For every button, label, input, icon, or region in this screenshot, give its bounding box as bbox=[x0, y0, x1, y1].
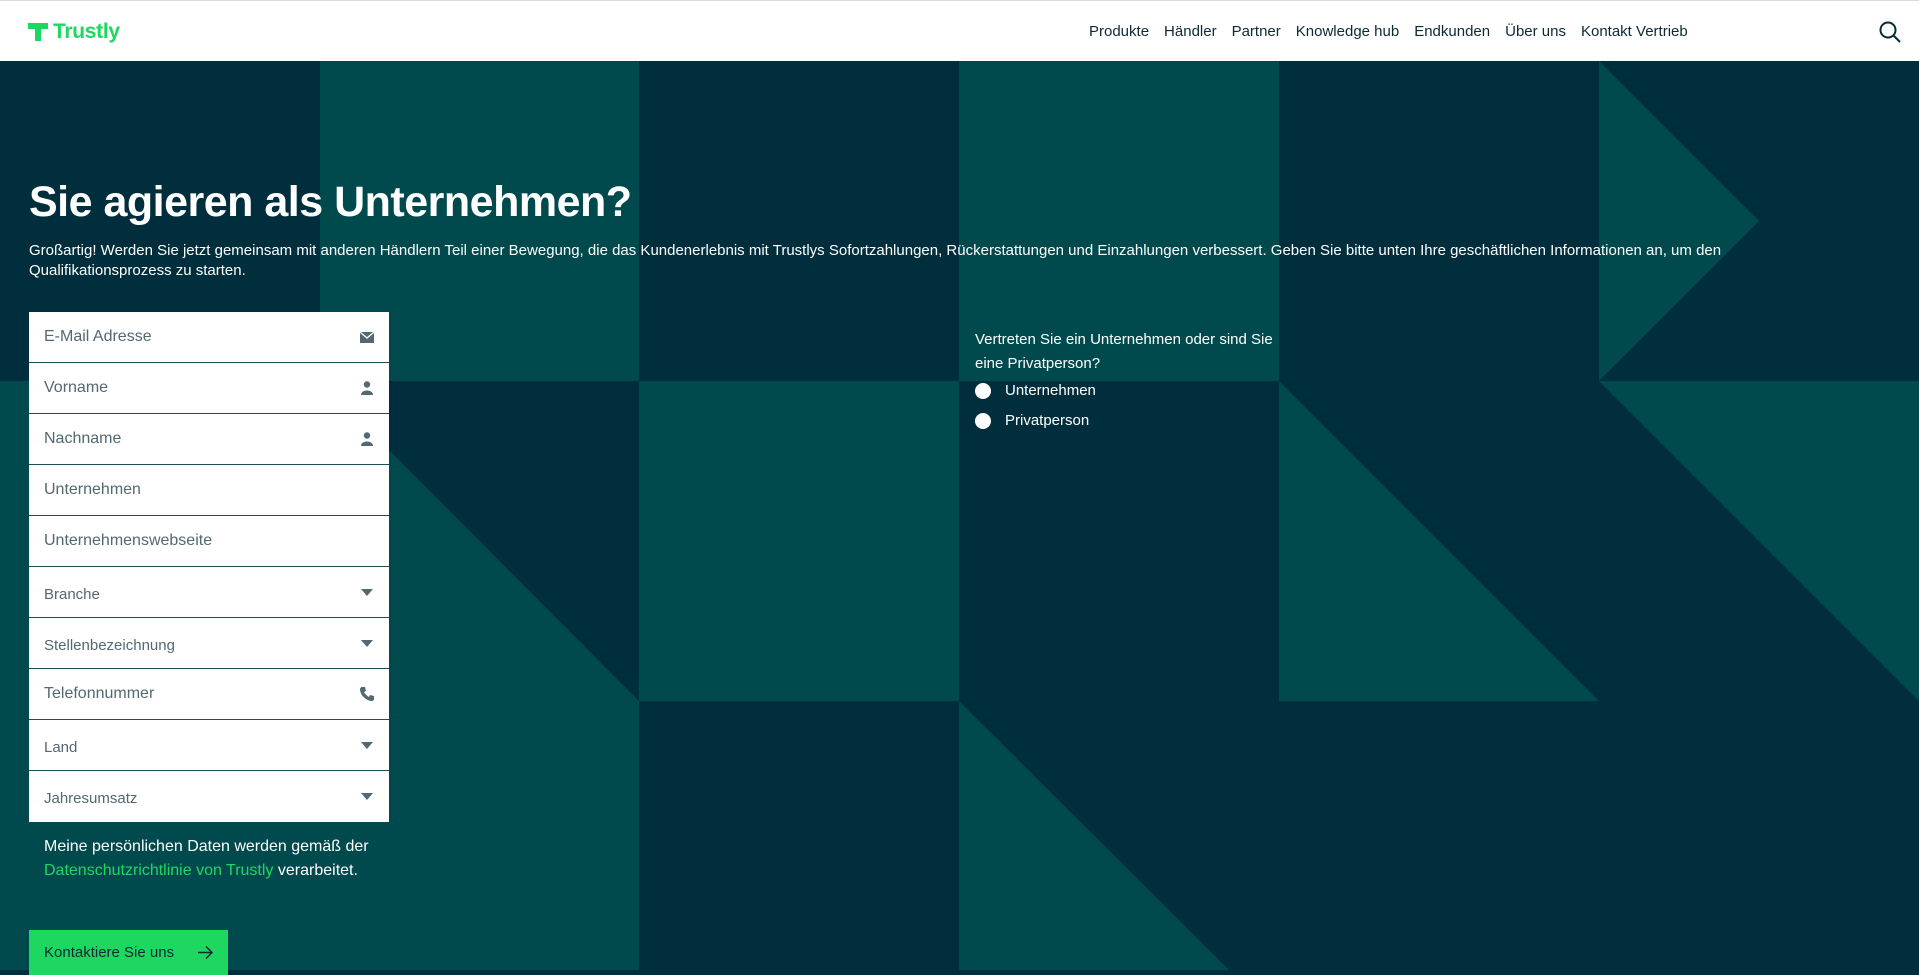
main-nav: Produkte Händler Partner Knowledge hub E… bbox=[1089, 1, 1703, 62]
nav-item-kontakt-vertrieb[interactable]: Kontakt Vertrieb bbox=[1581, 23, 1688, 40]
search-icon[interactable] bbox=[1878, 20, 1902, 44]
nav-item-haendler[interactable]: Händler bbox=[1164, 23, 1217, 40]
industry-select[interactable]: Branche bbox=[29, 567, 389, 618]
phone-field[interactable]: Telefonnummer bbox=[29, 669, 389, 720]
caret-down-icon bbox=[359, 789, 375, 805]
job-title-placeholder: Stellenbezeichnung bbox=[44, 637, 175, 654]
caret-down-icon bbox=[359, 584, 375, 600]
last-name-field[interactable]: Nachname bbox=[29, 414, 389, 465]
nav-item-partner[interactable]: Partner bbox=[1232, 23, 1281, 40]
industry-placeholder: Branche bbox=[44, 586, 100, 603]
revenue-placeholder: Jahresumsatz bbox=[44, 790, 138, 807]
revenue-select[interactable]: Jahresumsatz bbox=[29, 771, 389, 822]
radio-privatperson[interactable]: Privatperson bbox=[975, 412, 1089, 429]
radio-label-privatperson: Privatperson bbox=[1005, 412, 1090, 429]
privacy-policy-link[interactable]: Datenschutzrichtlinie von Trustly bbox=[44, 862, 273, 879]
site-header: Trustly Produkte Händler Partner Knowled… bbox=[0, 0, 1919, 61]
nav-item-endkunden[interactable]: Endkunden bbox=[1414, 23, 1490, 40]
first-name-field[interactable]: Vorname bbox=[29, 363, 389, 414]
phone-icon bbox=[359, 686, 375, 702]
nav-item-ueber-uns[interactable]: Über uns bbox=[1505, 23, 1566, 40]
company-field[interactable]: Unternehmen bbox=[29, 465, 389, 516]
entity-type-question: Vertreten Sie ein Unternehmen oder sind … bbox=[975, 331, 1273, 372]
phone-placeholder: Telefonnummer bbox=[44, 685, 155, 702]
arrow-right-icon bbox=[198, 945, 214, 960]
contact-submit-label: Kontaktiere Sie uns bbox=[44, 944, 175, 961]
company-placeholder: Unternehmen bbox=[44, 481, 141, 498]
trustly-logo-icon bbox=[28, 23, 48, 41]
first-name-placeholder: Vorname bbox=[44, 379, 109, 396]
email-placeholder: E-Mail Adresse bbox=[44, 328, 152, 345]
country-select[interactable]: Land bbox=[29, 720, 389, 771]
country-placeholder: Land bbox=[44, 739, 78, 756]
radio-button[interactable] bbox=[975, 412, 991, 429]
privacy-text-before: Meine persönlichen Daten werden gemäß de… bbox=[44, 838, 369, 855]
job-title-select[interactable]: Stellenbezeichnung bbox=[29, 618, 389, 669]
contact-submit-button[interactable]: Kontaktiere Sie uns bbox=[29, 930, 228, 975]
website-placeholder: Unternehmenswebseite bbox=[44, 532, 213, 549]
page-title: Sie agieren als Unternehmen? bbox=[29, 178, 632, 226]
contact-form: E-Mail Adresse Vorname Nachname Unterneh… bbox=[29, 312, 389, 822]
last-name-placeholder: Nachname bbox=[44, 430, 122, 447]
radio-unternehmen[interactable]: Unternehmen bbox=[975, 382, 1096, 399]
website-field[interactable]: Unternehmenswebseite bbox=[29, 516, 389, 567]
caret-down-icon bbox=[359, 635, 375, 651]
radio-label-unternehmen: Unternehmen bbox=[1005, 382, 1096, 399]
radio-button[interactable] bbox=[975, 382, 991, 399]
email-field[interactable]: E-Mail Adresse bbox=[29, 312, 389, 363]
privacy-notice: Meine persönlichen Daten werden gemäß de… bbox=[44, 835, 374, 883]
nav-item-produkte[interactable]: Produkte bbox=[1089, 23, 1149, 40]
person-icon bbox=[359, 431, 375, 447]
logo-wordmark: Trustly bbox=[53, 20, 120, 43]
envelope-icon bbox=[359, 329, 375, 345]
caret-down-icon bbox=[359, 737, 375, 753]
trustly-logo[interactable]: Trustly bbox=[28, 18, 120, 46]
page-description: Großartig! Werden Sie jetzt gemeinsam mi… bbox=[29, 242, 1722, 279]
person-icon bbox=[359, 380, 375, 396]
nav-item-knowledge-hub[interactable]: Knowledge hub bbox=[1296, 23, 1399, 40]
privacy-text-after: verarbeitet. bbox=[273, 862, 358, 879]
